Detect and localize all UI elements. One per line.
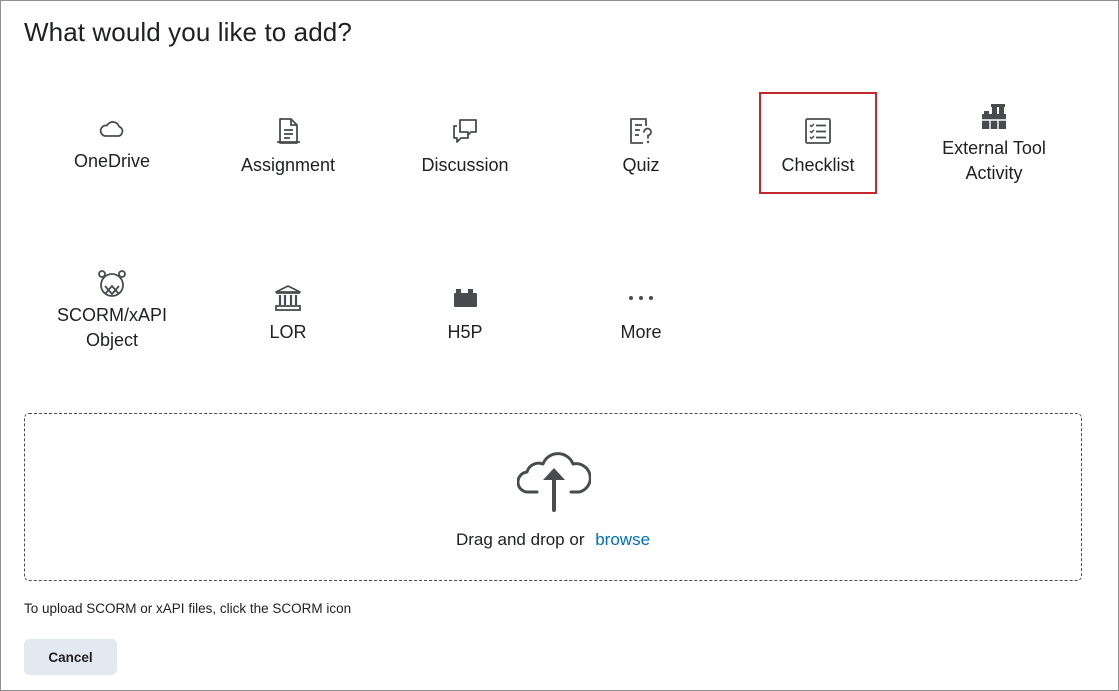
tile-label: OneDrive	[73, 151, 151, 171]
tile-label-line2: Activity	[965, 163, 1023, 183]
tile-quiz[interactable]: Quiz	[581, 117, 701, 178]
tile-label-line1: SCORM/xAPI	[56, 305, 167, 325]
scorm-upload-hint: To upload SCORM or xAPI files, click the…	[24, 601, 352, 616]
lego-blocks-icon	[982, 104, 1006, 129]
tile-label: Discussion	[421, 155, 509, 175]
tile-label: Assignment	[240, 155, 336, 175]
drag-drop-label: Drag and drop or	[455, 530, 585, 549]
tile-label-line2: Object	[85, 330, 138, 350]
repository-icon	[275, 285, 301, 311]
browse-link[interactable]: browse	[595, 530, 650, 549]
add-content-dialog: What would you like to add? OneDrive Ass…	[0, 0, 1119, 691]
tile-discussion[interactable]: Discussion	[405, 117, 525, 178]
more-dots-icon	[629, 296, 653, 300]
tile-checklist[interactable]: Checklist	[758, 117, 878, 178]
file-drop-zone[interactable]: Drag and drop or browse	[24, 413, 1082, 581]
scorm-icon	[98, 270, 126, 297]
cancel-button[interactable]: Cancel	[24, 639, 117, 675]
discussion-icon	[453, 119, 477, 143]
quiz-icon	[630, 118, 652, 144]
tile-assignment[interactable]: Assignment	[228, 117, 348, 178]
tile-lor[interactable]: LOR	[228, 284, 348, 345]
tile-h5p[interactable]: H5P	[405, 284, 525, 345]
h5p-block-icon	[454, 289, 477, 307]
cloud-icon	[99, 121, 124, 137]
checklist-icon	[805, 118, 831, 144]
tile-external-tool-activity[interactable]: External Tool Activity	[934, 102, 1054, 186]
tile-label: Checklist	[781, 155, 855, 175]
drop-zone-text: Drag and drop or browse	[25, 530, 1081, 550]
cloud-upload-icon	[517, 452, 591, 512]
tile-onedrive[interactable]: OneDrive	[52, 117, 172, 174]
tile-label: SCORM/xAPI Object	[57, 303, 167, 353]
tile-label: More	[620, 322, 662, 342]
tile-label: H5P	[447, 322, 483, 342]
tile-label: Quiz	[622, 155, 660, 175]
tile-label: LOR	[269, 322, 307, 342]
tile-more[interactable]: More	[581, 284, 701, 345]
assignment-icon	[277, 118, 300, 144]
tile-label: External Tool Activity	[942, 136, 1046, 186]
tile-label-line1: External Tool	[942, 138, 1046, 158]
dialog-title: What would you like to add?	[24, 17, 352, 47]
tile-scorm-xapi[interactable]: SCORM/xAPI Object	[52, 269, 172, 353]
